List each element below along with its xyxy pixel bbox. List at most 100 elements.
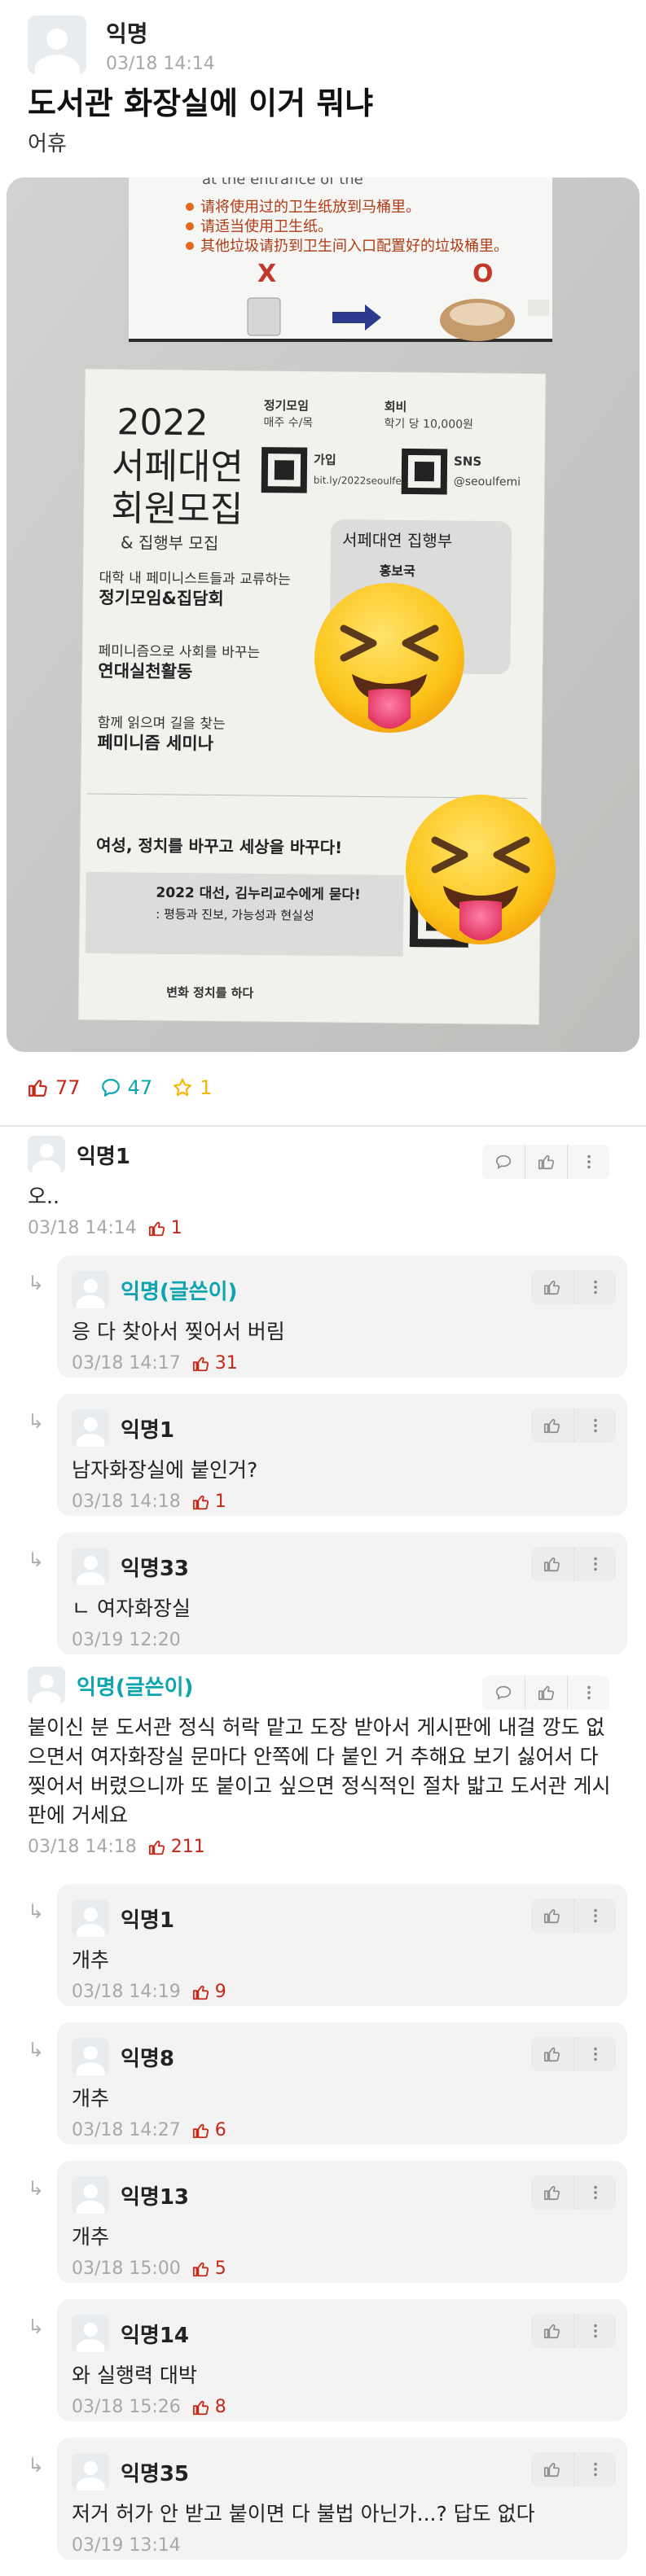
comment-footer: 03/18 15:26 8	[72, 2397, 613, 2417]
post-author-avatar	[28, 15, 86, 74]
poster-meeting-label: 정기모임	[264, 398, 309, 414]
post-header: 익명 03/18 14:14	[28, 13, 215, 77]
poster-line-5: 함께 읽으며 길을 찾는	[98, 715, 226, 733]
more-button[interactable]	[573, 2314, 616, 2348]
thumbs-up-icon	[192, 1356, 209, 1371]
more-vertical-icon	[593, 1908, 597, 1923]
reply-comment: 익명8 개추 03/18 14:27 6	[57, 2022, 627, 2144]
poster-line-2: 정기모임&집담회	[99, 588, 224, 609]
comment-like-count: 1	[148, 1218, 182, 1238]
more-button[interactable]	[567, 1676, 609, 1710]
more-button[interactable]	[573, 2452, 616, 2486]
comment-body: 저거 허가 안 받고 붙이면 다 불법 아닌가...? 답도 없다	[72, 2502, 535, 2526]
more-button[interactable]	[573, 2037, 616, 2071]
poster-year: 2022	[116, 401, 209, 444]
comment-body: ㄴ 여자화장실	[72, 1597, 191, 1620]
thumbs-up-icon	[192, 2400, 209, 2415]
thumbs-up-icon	[544, 1908, 560, 1924]
comment-body: 응 다 찾아서 찢어서 버림	[72, 1320, 285, 1343]
avatar	[28, 1136, 65, 1173]
comment-like-value: 1	[170, 1218, 182, 1238]
poster-line-4: 연대실천활동	[98, 661, 192, 681]
poster-lecture: 변화 정치를 하다	[166, 985, 253, 1001]
thumbs-up-icon	[544, 1418, 560, 1434]
comment-time: 03/18 14:19	[72, 1982, 181, 2002]
comment-body: 개추	[72, 2087, 110, 2110]
avatar	[72, 2315, 109, 2352]
comment-footer: 03/18 14:17 31	[72, 1353, 613, 1373]
like-button[interactable]	[531, 2452, 573, 2486]
poster-event: 2022 대선, 김누리교수에게 묻다!	[156, 885, 361, 904]
reply-arrow-icon: ↳	[28, 2454, 45, 2477]
poster-line-1: 대학 내 페미니스트들과 교류하는	[99, 570, 290, 588]
comment-time: 03/19 12:20	[72, 1630, 181, 1650]
thumbs-up-icon	[192, 2123, 209, 2138]
comment-actions	[531, 2037, 616, 2071]
thumbs-up-icon	[544, 2185, 560, 2201]
avatar	[72, 1409, 109, 1447]
post-comment-count: 47	[100, 1076, 152, 1099]
comment-like-value: 9	[214, 1982, 226, 2002]
like-button[interactable]	[531, 2037, 573, 2071]
poster-line-6: 페미니즘 세미나	[97, 733, 213, 753]
more-button[interactable]	[567, 1145, 609, 1179]
like-button[interactable]	[531, 2314, 573, 2348]
comment-like-value: 31	[214, 1353, 238, 1373]
more-button[interactable]	[573, 1270, 616, 1304]
svg-text:X: X	[257, 260, 276, 288]
thumbs-up-icon	[538, 1154, 554, 1170]
comment-author: 익명35	[121, 2461, 190, 2486]
comment-like-count: 211	[148, 1837, 205, 1857]
poster-slogan: 여성, 정치를 바꾸고 세상을 바꾸다!	[96, 835, 342, 857]
more-button[interactable]	[573, 1547, 616, 1581]
more-button[interactable]	[573, 2175, 616, 2210]
like-button[interactable]	[531, 1899, 573, 1933]
comment-footer: 03/18 14:18 211	[28, 1837, 621, 1857]
avatar	[72, 1548, 109, 1585]
comment-time: 03/18 14:27	[72, 2120, 181, 2140]
comment-actions	[531, 2175, 616, 2210]
avatar	[72, 2038, 109, 2075]
comment: 익명(글쓴이) 붙이신 분 도서관 정식 허락 맡고 도장 받아서 게시판에 내걸…	[28, 1664, 621, 1857]
comment-body: 와 실행력 대박	[72, 2364, 197, 2387]
poster-title-2: 회원모집	[111, 488, 243, 531]
comment-like-count: 9	[192, 1982, 226, 2002]
more-vertical-icon	[587, 1685, 591, 1700]
thumbs-up-icon	[148, 1840, 165, 1855]
post-like-count: 77	[28, 1076, 81, 1099]
like-button[interactable]	[531, 2175, 573, 2210]
svg-text:at the entrance of the: at the entrance of the	[202, 177, 363, 188]
poster-join: 가입	[314, 453, 336, 467]
post-stats: 77 47 1	[28, 1071, 212, 1104]
reply-bubble-icon	[495, 1154, 512, 1169]
comment-footer: 03/18 14:18 1	[72, 1492, 613, 1512]
like-button[interactable]	[525, 1676, 567, 1710]
comment-actions	[531, 1408, 616, 1443]
comment-time: 03/18 15:00	[72, 2258, 181, 2279]
comment-time: 03/19 13:14	[72, 2535, 181, 2556]
more-button[interactable]	[573, 1408, 616, 1443]
like-button[interactable]	[531, 1547, 573, 1581]
post-like-value: 77	[55, 1076, 81, 1099]
thumbs-up-icon	[544, 1280, 560, 1295]
reply-comment: 익명1 개추 03/18 14:19 9	[57, 1884, 627, 2006]
poster-line-3: 페미니즘으로 사회를 바꾸는	[98, 643, 260, 661]
reply-comment: 익명35 저거 허가 안 받고 붙이면 다 불법 아닌가...? 답도 없다 03/…	[57, 2438, 627, 2560]
reply-arrow-icon: ↳	[28, 1272, 45, 1295]
thumbs-up-icon	[544, 2462, 560, 2477]
like-button[interactable]	[531, 1408, 573, 1443]
comment-author: 익명33	[121, 1556, 190, 1581]
thumbs-up-icon	[148, 1221, 165, 1236]
reply-button[interactable]	[482, 1676, 525, 1710]
poster-sns: SNS	[454, 454, 481, 469]
like-button[interactable]	[525, 1145, 567, 1179]
comment-like-value: 6	[214, 2120, 226, 2140]
like-button[interactable]	[531, 1270, 573, 1304]
post-photo[interactable]: at the entrance of the 请将使用过的卫生纸放到马桶里。 请…	[7, 177, 639, 1052]
post-scrap-count: 1	[172, 1076, 212, 1099]
comment-time: 03/18 14:17	[72, 1353, 181, 1373]
poster-box-title: 서페대연 집행부	[342, 530, 452, 550]
reply-button[interactable]	[482, 1145, 525, 1179]
more-button[interactable]	[573, 1899, 616, 1933]
post-time: 03/18 14:14	[106, 53, 215, 74]
